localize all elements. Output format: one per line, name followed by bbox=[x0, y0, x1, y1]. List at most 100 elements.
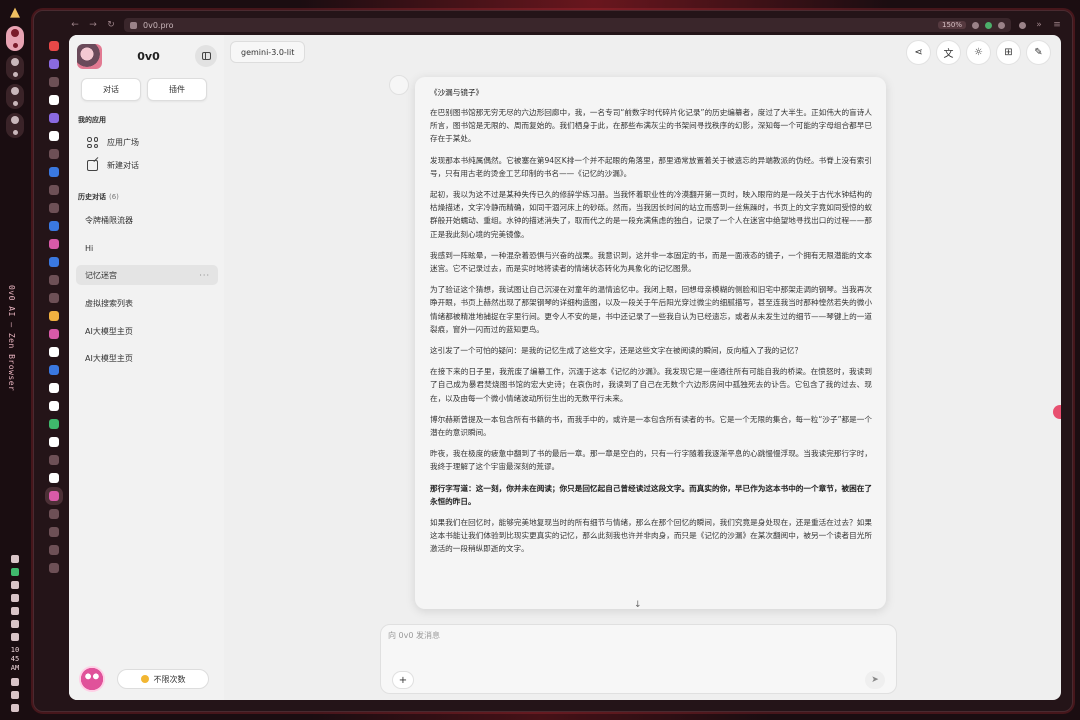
tab-chat[interactable]: 对话 bbox=[81, 78, 141, 101]
workspace-dot-icon bbox=[12, 101, 18, 106]
github-icon[interactable] bbox=[49, 131, 59, 141]
zoom-level[interactable]: 150% bbox=[937, 21, 966, 29]
app-icon[interactable] bbox=[11, 581, 19, 589]
tab-icon[interactable] bbox=[49, 221, 59, 231]
wechat-icon[interactable] bbox=[11, 568, 19, 576]
history-item[interactable]: AI大模型主页 bbox=[76, 321, 218, 341]
app-icon[interactable] bbox=[11, 594, 19, 602]
bluetooth-icon[interactable] bbox=[11, 620, 19, 628]
tab-icon[interactable] bbox=[49, 455, 59, 465]
reload-icon[interactable]: ↻ bbox=[106, 20, 116, 30]
send-button[interactable]: ➤ bbox=[865, 671, 885, 689]
wifi-icon[interactable] bbox=[11, 678, 19, 686]
quota-button[interactable]: 不限次数 bbox=[117, 669, 209, 689]
github-icon[interactable] bbox=[49, 401, 59, 411]
os-logo-icon[interactable]: ▲ bbox=[10, 4, 20, 22]
workspace-dot-icon bbox=[11, 87, 19, 95]
extension-icon[interactable] bbox=[972, 21, 979, 29]
extensions-menu-icon[interactable] bbox=[1019, 21, 1026, 29]
app-grid-icon bbox=[87, 137, 98, 148]
bluetooth-icon[interactable] bbox=[11, 691, 19, 699]
model-selector[interactable]: gemini-3.0-lit bbox=[230, 41, 306, 63]
message-paragraph: 昨夜，我在极度的疲惫中翻到了书的最后一章。那一章是空白的，只有一行字随着我逐渐平… bbox=[430, 449, 872, 472]
tab-icon[interactable] bbox=[49, 545, 59, 555]
edit-button[interactable]: ✎ bbox=[1026, 40, 1051, 65]
github-icon[interactable] bbox=[49, 383, 59, 393]
history-item[interactable]: AI大模型主页 bbox=[76, 348, 218, 368]
brand-row: 0v0 bbox=[77, 43, 217, 69]
share-button[interactable]: ⋖ bbox=[906, 40, 931, 65]
theme-button[interactable]: ☼ bbox=[966, 40, 991, 65]
tab-icon[interactable] bbox=[49, 239, 59, 249]
history-item[interactable]: Hi bbox=[76, 238, 218, 258]
attach-button[interactable]: + bbox=[392, 671, 414, 689]
app-icon[interactable] bbox=[11, 555, 19, 563]
translate-button[interactable]: 文 bbox=[936, 40, 961, 65]
tab-icon[interactable] bbox=[49, 275, 59, 285]
forward-icon[interactable]: → bbox=[88, 20, 98, 30]
history-item-active[interactable]: 记忆迷宫 ··· bbox=[76, 265, 218, 285]
message-paragraph: 在巴别图书馆那无穷无尽的六边形回廊中，我，一名专司“前数字时代碎片化记录”的历史… bbox=[430, 108, 872, 144]
user-avatar[interactable] bbox=[77, 43, 102, 69]
apps-button[interactable]: ⊞ bbox=[996, 40, 1021, 65]
power-icon[interactable] bbox=[11, 704, 19, 712]
github-icon[interactable] bbox=[49, 347, 59, 357]
tab-icon[interactable] bbox=[49, 41, 59, 51]
tab-icon[interactable] bbox=[49, 365, 59, 375]
github-icon[interactable] bbox=[49, 473, 59, 483]
workspace-3[interactable] bbox=[6, 84, 24, 109]
overflow-icon[interactable]: » bbox=[1034, 20, 1044, 30]
url-text: 0v0.pro bbox=[143, 20, 174, 30]
mascot-avatar[interactable] bbox=[79, 666, 105, 692]
history-item-label: Hi bbox=[85, 243, 94, 253]
new-chat-item[interactable]: 新建对话 bbox=[87, 160, 139, 171]
message-paragraph: 发现那本书纯属偶然。它被塞在第94区K排一个并不起眼的角落里，那里通常放置着关于… bbox=[430, 155, 872, 178]
tab-icon[interactable] bbox=[49, 311, 59, 321]
mode-tabs: 对话 插件 bbox=[81, 78, 207, 101]
app-icon[interactable] bbox=[11, 607, 19, 615]
tab-icon[interactable] bbox=[49, 149, 59, 159]
tab-icon[interactable] bbox=[49, 113, 59, 123]
menu-icon[interactable]: ≡ bbox=[1052, 20, 1062, 30]
tab-icon[interactable] bbox=[49, 77, 59, 87]
collapse-sidebar-button[interactable] bbox=[195, 45, 217, 67]
history-item[interactable]: 令牌桶限流器 bbox=[76, 210, 218, 230]
app-square-item[interactable]: 应用广场 bbox=[87, 137, 139, 148]
tab-icon[interactable] bbox=[49, 563, 59, 573]
message-paragraph: 这引发了一个可怕的疑问：是我的记忆生成了这些文字，还是这些文字在被阅读的瞬间，反… bbox=[430, 346, 803, 356]
workspace-1[interactable] bbox=[6, 26, 24, 51]
tab-plugins[interactable]: 插件 bbox=[147, 78, 207, 101]
tab-icon[interactable] bbox=[49, 185, 59, 195]
tab-icon[interactable] bbox=[49, 167, 59, 177]
tab-icon[interactable] bbox=[49, 527, 59, 537]
tab-icon[interactable] bbox=[49, 257, 59, 267]
message-input[interactable] bbox=[388, 631, 888, 640]
plus-icon: + bbox=[398, 674, 408, 686]
workspace-2[interactable] bbox=[6, 55, 24, 80]
history-item[interactable]: 虚拟搜索列表 bbox=[76, 293, 218, 313]
download-icon[interactable] bbox=[49, 509, 59, 519]
tab-icon[interactable] bbox=[49, 203, 59, 213]
bookmark-icon[interactable] bbox=[998, 21, 1005, 29]
active-tab-icon[interactable] bbox=[49, 491, 59, 501]
side-panel-handle[interactable] bbox=[1053, 405, 1061, 419]
site-info-icon[interactable] bbox=[130, 21, 137, 29]
address-field[interactable]: 0v0.pro 150% bbox=[124, 18, 1011, 32]
back-icon[interactable]: ← bbox=[70, 20, 80, 30]
github-icon[interactable] bbox=[49, 437, 59, 447]
clipboard-icon[interactable] bbox=[11, 633, 19, 641]
clock[interactable]: 10 45 AM bbox=[11, 646, 19, 673]
tab-icon[interactable] bbox=[49, 59, 59, 69]
more-options-icon[interactable]: ··· bbox=[199, 271, 210, 280]
history-count: (6) bbox=[109, 193, 119, 201]
tab-icon[interactable] bbox=[49, 293, 59, 303]
vue-icon[interactable] bbox=[49, 419, 59, 429]
app-name: 0v0 bbox=[137, 49, 160, 63]
workspace-dot-icon bbox=[12, 43, 18, 48]
extension-icon[interactable] bbox=[985, 21, 992, 29]
quota-label: 不限次数 bbox=[153, 674, 186, 684]
tab-icon[interactable] bbox=[49, 329, 59, 339]
tab-icon[interactable] bbox=[49, 95, 59, 105]
scroll-down-icon[interactable]: ↓ bbox=[634, 600, 642, 610]
workspace-4[interactable] bbox=[6, 113, 24, 138]
